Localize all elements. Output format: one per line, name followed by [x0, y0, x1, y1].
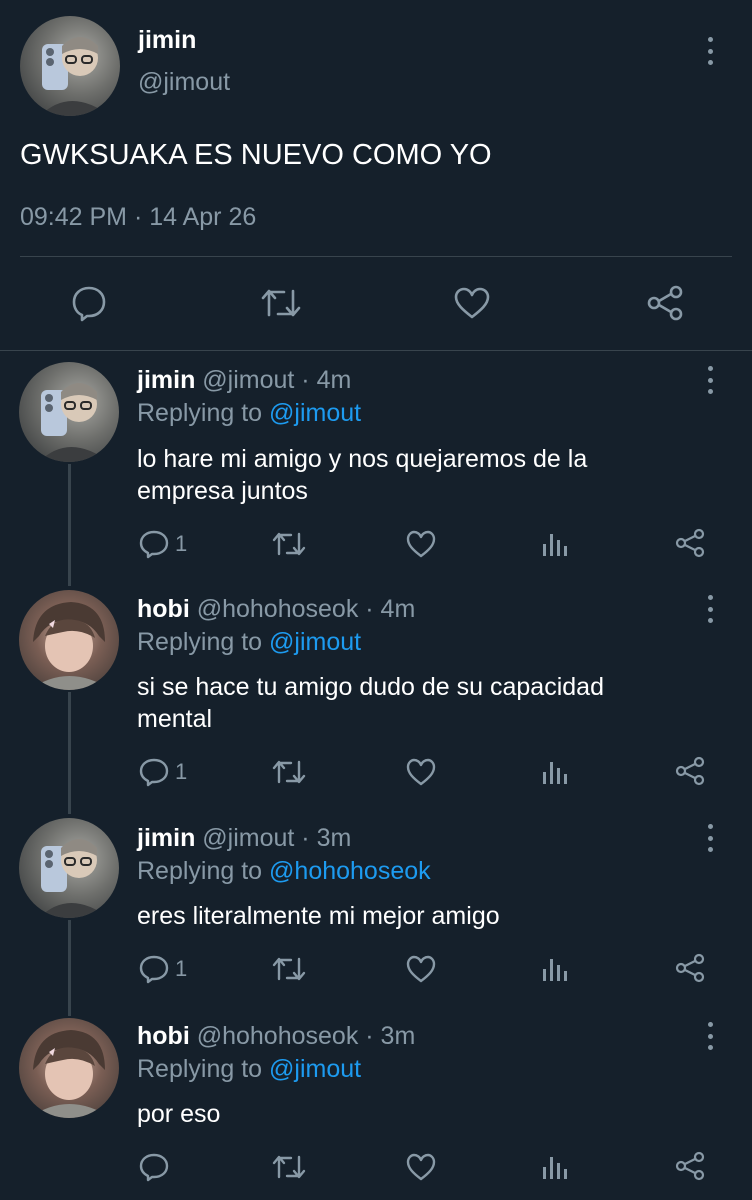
- more-options-icon[interactable]: [700, 1022, 720, 1050]
- reply-count: 1: [175, 759, 188, 784]
- tweet-text: GWKSUAKA ES NUEVO COMO YO: [20, 139, 492, 171]
- display-name[interactable]: hobi: [137, 1022, 190, 1050]
- more-options-icon[interactable]: [700, 595, 720, 623]
- mention-link[interactable]: @hohohoseok: [269, 857, 431, 885]
- replying-to-label: Replying to: [137, 399, 263, 427]
- replying-to-label: Replying to: [137, 857, 263, 885]
- reply-header: hobi @hohohoseok · 4m: [137, 595, 415, 624]
- reply-icon[interactable]: [138, 954, 170, 984]
- reply-icon[interactable]: [138, 529, 170, 559]
- more-options-icon[interactable]: [700, 37, 720, 65]
- mention-link[interactable]: @jimout: [269, 399, 361, 427]
- more-options-icon[interactable]: [700, 366, 720, 394]
- like-icon[interactable]: [405, 758, 437, 786]
- replying-to-label: Replying to: [137, 628, 263, 656]
- display-name[interactable]: jimin: [137, 824, 195, 852]
- share-icon[interactable]: [674, 953, 706, 983]
- replying-to: Replying to @hohohoseok: [137, 857, 431, 886]
- handle[interactable]: @jimout: [138, 68, 230, 97]
- reply-meta: @hohohoseok · 4m: [196, 595, 416, 623]
- like-icon[interactable]: [405, 955, 437, 983]
- share-icon[interactable]: [674, 756, 706, 786]
- reply-icon[interactable]: [70, 284, 108, 322]
- reply-header: hobi @hohohoseok · 3m: [137, 1022, 415, 1051]
- reply-header: jimin @jimout · 3m: [137, 824, 351, 853]
- thread-line: [68, 692, 71, 814]
- reply-text: lo hare mi amigo y nos quejaremos de la …: [137, 445, 588, 505]
- retweet-icon[interactable]: [272, 758, 306, 786]
- avatar[interactable]: [19, 590, 119, 690]
- tweet-timestamp: 09:42 PM · 14 Apr 26: [20, 203, 257, 231]
- like-icon[interactable]: [405, 1153, 437, 1181]
- share-icon[interactable]: [674, 1151, 706, 1181]
- thread-line: [68, 920, 71, 1016]
- replying-to: Replying to @jimout: [137, 1055, 361, 1084]
- mention-link[interactable]: @jimout: [269, 628, 361, 656]
- more-options-icon[interactable]: [700, 824, 720, 852]
- thread-line: [68, 464, 71, 586]
- reply-meta: @hohohoseok · 3m: [196, 1022, 416, 1050]
- analytics-icon[interactable]: [541, 955, 569, 983]
- retweet-icon[interactable]: [260, 286, 302, 320]
- reply-icon[interactable]: [138, 757, 170, 787]
- reply-meta: @jimout · 4m: [202, 366, 352, 394]
- replying-to: Replying to @jimout: [137, 628, 361, 657]
- reply-header: jimin @jimout · 4m: [137, 366, 351, 395]
- analytics-icon[interactable]: [541, 758, 569, 786]
- avatar[interactable]: [19, 362, 119, 462]
- avatar[interactable]: [20, 16, 120, 116]
- divider: [20, 256, 732, 257]
- reply-count: 1: [175, 531, 188, 556]
- reply-meta: @jimout · 3m: [202, 824, 352, 852]
- like-icon[interactable]: [405, 530, 437, 558]
- divider: [0, 350, 752, 351]
- reply-icon[interactable]: [138, 1152, 170, 1182]
- display-name[interactable]: jimin: [137, 366, 195, 394]
- analytics-icon[interactable]: [541, 1153, 569, 1181]
- reply-text: eres literalmente mi mejor amigo: [137, 902, 500, 930]
- reply-text: si se hace tu amigo dudo de su capacidad…: [137, 673, 604, 733]
- retweet-icon[interactable]: [272, 530, 306, 558]
- share-icon[interactable]: [674, 528, 706, 558]
- retweet-icon[interactable]: [272, 955, 306, 983]
- share-icon[interactable]: [645, 284, 685, 322]
- analytics-icon[interactable]: [541, 530, 569, 558]
- avatar[interactable]: [19, 818, 119, 918]
- reply-text: por eso: [137, 1100, 221, 1128]
- reply-count: 1: [175, 956, 188, 981]
- display-name[interactable]: hobi: [137, 595, 190, 623]
- display-name[interactable]: jimin: [138, 26, 196, 55]
- replying-to: Replying to @jimout: [137, 399, 361, 428]
- like-icon[interactable]: [453, 286, 491, 320]
- mention-link[interactable]: @jimout: [269, 1055, 361, 1083]
- avatar[interactable]: [19, 1018, 119, 1118]
- replying-to-label: Replying to: [137, 1055, 263, 1083]
- retweet-icon[interactable]: [272, 1153, 306, 1181]
